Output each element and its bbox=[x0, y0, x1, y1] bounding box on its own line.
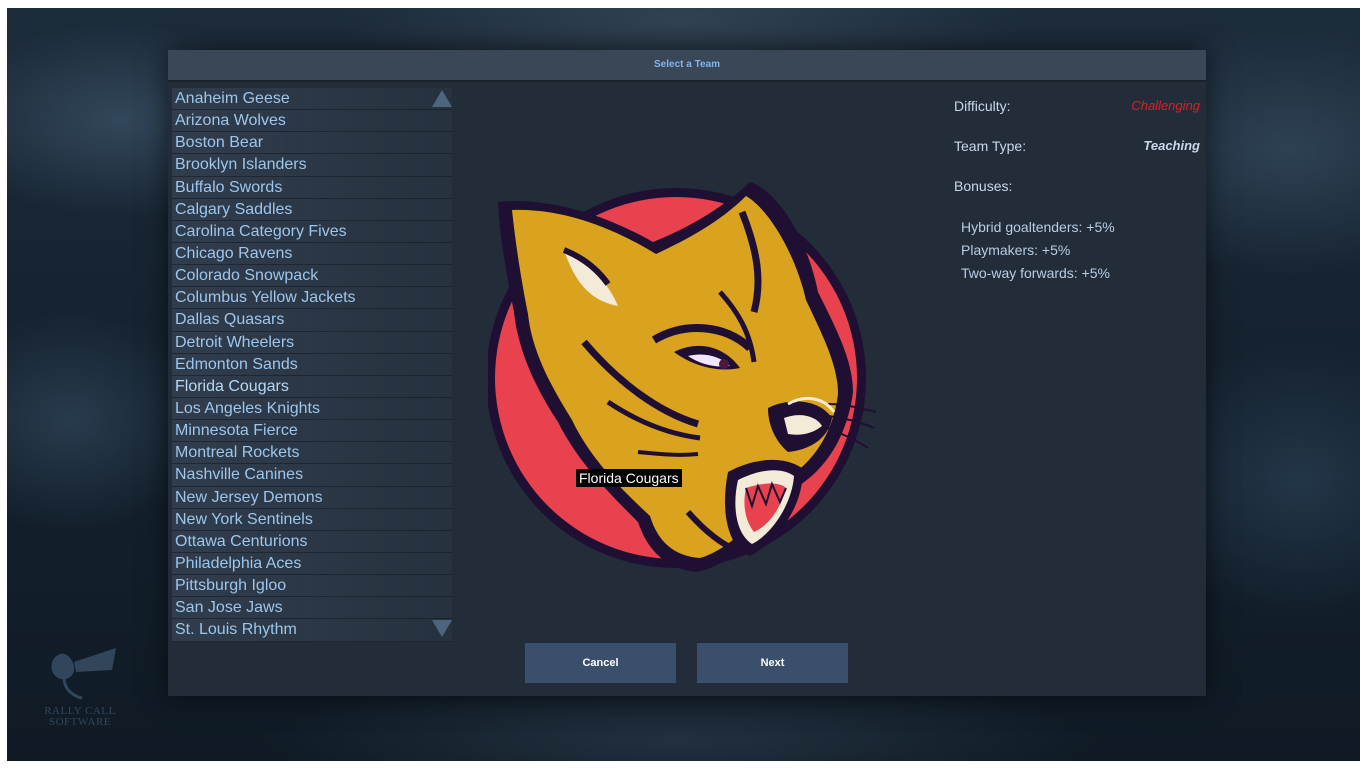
cancel-button[interactable]: Cancel bbox=[525, 643, 676, 683]
team-list-item[interactable]: Brooklyn Islanders bbox=[172, 154, 452, 177]
team-type-value: Teaching bbox=[1143, 138, 1200, 153]
team-list-item[interactable]: St. Louis Rhythm bbox=[172, 619, 452, 642]
next-button[interactable]: Next bbox=[697, 643, 848, 683]
game-screen: RALLY CALL SOFTWARE Select a Team Anahei… bbox=[0, 0, 1367, 769]
team-tooltip: Florida Cougars bbox=[576, 469, 682, 487]
team-list-item[interactable]: Boston Bear bbox=[172, 132, 452, 155]
scroll-up-button[interactable] bbox=[432, 90, 452, 107]
watermark-line-2: SOFTWARE bbox=[48, 716, 112, 728]
team-list-item[interactable]: Arizona Wolves bbox=[172, 110, 452, 133]
team-list-item[interactable]: Carolina Category Fives bbox=[172, 220, 452, 243]
team-list[interactable]: Anaheim Geese Arizona Wolves Boston Bear Br… bbox=[172, 88, 452, 644]
bonus-item: Hybrid goaltenders: +5% bbox=[961, 219, 1115, 235]
team-list-item[interactable]: Detroit Wheelers bbox=[172, 331, 452, 354]
team-logo bbox=[486, 172, 888, 580]
team-list-item[interactable]: Dallas Quasars bbox=[172, 309, 452, 332]
team-list-item[interactable]: San Jose Jaws bbox=[172, 597, 452, 620]
team-type-label: Team Type: bbox=[954, 138, 1027, 154]
team-list-item[interactable]: Minnesota Fierce bbox=[172, 420, 452, 443]
scroll-down-button[interactable] bbox=[432, 620, 452, 637]
team-list-item[interactable]: Nashville Canines bbox=[172, 464, 452, 487]
team-list-item[interactable]: Philadelphia Aces bbox=[172, 552, 452, 576]
team-list-item[interactable]: Colorado Snowpack bbox=[172, 265, 452, 288]
team-list-item[interactable]: Buffalo Swords bbox=[172, 176, 452, 199]
team-list-item[interactable]: New York Sentinels bbox=[172, 508, 452, 531]
team-list-item[interactable]: Florida Cougars bbox=[172, 375, 452, 398]
whistle-logo-icon bbox=[51, 648, 116, 700]
watermark-text: RALLY CALL SOFTWARE bbox=[30, 706, 130, 728]
select-team-dialog: Select a Team Anaheim Geese Arizona Wolve… bbox=[168, 50, 1206, 696]
team-list-item[interactable]: Chicago Ravens bbox=[172, 242, 452, 266]
team-list-item[interactable]: Calgary Saddles bbox=[172, 198, 452, 221]
difficulty-value: Challenging bbox=[1131, 98, 1200, 113]
team-list-item[interactable]: Montreal Rockets bbox=[172, 442, 452, 465]
rally-call-software-logo: RALLY CALL SOFTWARE bbox=[30, 640, 130, 750]
bonuses-label: Bonuses: bbox=[954, 178, 1013, 194]
team-list-item[interactable]: Pittsburgh Igloo bbox=[172, 575, 452, 598]
bonus-item: Playmakers: +5% bbox=[961, 242, 1071, 258]
team-list-item[interactable]: Columbus Yellow Jackets bbox=[172, 287, 452, 310]
team-list-item[interactable]: Ottawa Centurions bbox=[172, 530, 452, 553]
dialog-title: Select a Team bbox=[168, 50, 1206, 82]
cougar-logo-icon bbox=[486, 182, 877, 572]
team-list-item[interactable]: Anaheim Geese bbox=[172, 88, 452, 111]
team-list-item[interactable]: Los Angeles Knights bbox=[172, 397, 452, 421]
team-list-item[interactable]: Edmonton Sands bbox=[172, 353, 452, 376]
difficulty-label: Difficulty: bbox=[954, 98, 1011, 114]
bonus-item: Two-way forwards: +5% bbox=[961, 265, 1110, 281]
team-list-item[interactable]: New Jersey Demons bbox=[172, 486, 452, 509]
